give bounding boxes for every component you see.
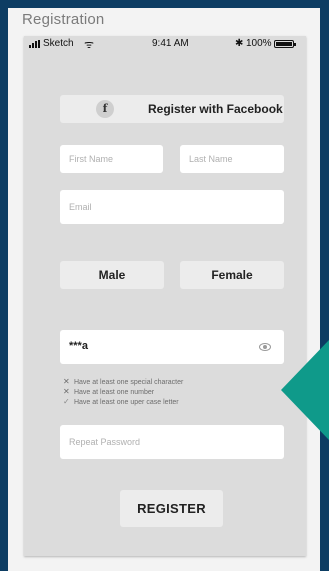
password-value: ***a (69, 340, 88, 352)
repeat-password-input[interactable]: Repeat Password (60, 425, 284, 459)
signal-bars-icon (29, 40, 40, 48)
phone-screen: Sketch ᯤ 9:41 AM ✱ 100% f Register with … (24, 36, 306, 556)
accent-triangle (281, 340, 329, 440)
password-input[interactable]: ***a (60, 330, 284, 364)
female-button[interactable]: Female (180, 261, 284, 289)
email-input[interactable]: Email (60, 190, 284, 224)
show-password-eye-icon[interactable] (259, 343, 271, 351)
battery-icon (274, 40, 296, 48)
password-rule: ✕ Have at least one special character (63, 377, 183, 387)
bluetooth-icon: ✱ (235, 38, 244, 49)
status-time: 9:41 AM (152, 38, 189, 49)
battery-percent: 100% (246, 38, 272, 49)
rule-fail-icon: ✕ (63, 387, 70, 396)
first-name-input[interactable]: First Name (60, 145, 163, 173)
rule-text: Have at least one uper case letter (73, 399, 179, 406)
facebook-icon: f (96, 100, 114, 118)
last-name-input[interactable]: Last Name (180, 145, 284, 173)
rule-text: Have at least one number (73, 389, 155, 396)
carrier-label: Sketch (43, 38, 74, 49)
register-facebook-label: Register with Facebook (148, 102, 283, 116)
male-button[interactable]: Male (60, 261, 164, 289)
password-rules: ✕ Have at least one special character ✕ … (63, 377, 183, 407)
first-name-placeholder: First Name (69, 154, 114, 164)
last-name-placeholder: Last Name (189, 154, 233, 164)
email-placeholder: Email (69, 202, 92, 212)
password-rule: ✓ Have at least one uper case letter (63, 397, 183, 407)
wifi-icon: ᯤ (84, 39, 95, 51)
window-title: Registration (22, 11, 105, 28)
rule-pass-icon: ✓ (63, 397, 70, 406)
password-rule: ✕ Have at least one number (63, 387, 183, 397)
repeat-password-placeholder: Repeat Password (69, 437, 141, 447)
register-button[interactable]: REGISTER (120, 490, 223, 527)
status-bar: Sketch ᯤ 9:41 AM ✱ 100% (24, 36, 306, 56)
rule-text: Have at least one special character (73, 379, 184, 386)
rule-fail-icon: ✕ (63, 377, 70, 386)
register-facebook-button[interactable]: f Register with Facebook (60, 95, 284, 123)
